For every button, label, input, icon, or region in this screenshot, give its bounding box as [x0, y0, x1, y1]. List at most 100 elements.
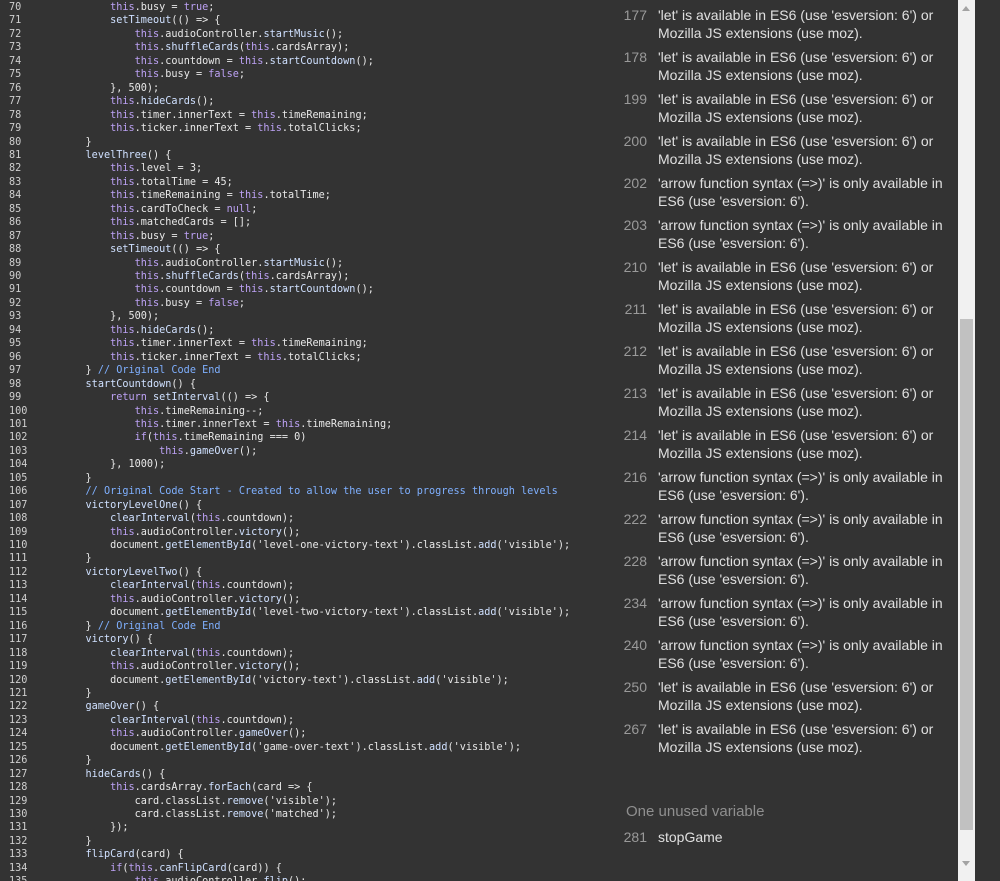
- code-line: 84 this.timeRemaining = this.totalTime;: [0, 189, 331, 203]
- code-token: ).classList.: [343, 674, 417, 686]
- code-text: document.getElementById('game-over-text'…: [61, 742, 521, 753]
- code-token: this: [134, 257, 160, 269]
- warning-item[interactable]: 228 'arrow function syntax (=>)' is only …: [600, 548, 958, 588]
- line-number: 76: [9, 82, 22, 94]
- code-text: startCountdown() {: [61, 379, 196, 390]
- warning-item[interactable]: 240 'arrow function syntax (=>)' is only …: [600, 632, 958, 672]
- warning-item[interactable]: 210 'let' is available in ES6 (use 'esver…: [600, 254, 958, 294]
- code-token: );: [557, 607, 571, 619]
- code-token: .matchedCards = [];: [134, 217, 252, 229]
- line-number: 112: [9, 566, 28, 578]
- scrollbar[interactable]: [958, 0, 975, 881]
- warning-line-number: 199: [623, 91, 647, 107]
- line-number: 120: [9, 674, 28, 686]
- scroll-down-arrow-icon[interactable]: [958, 855, 975, 872]
- code-line: 107 victoryLevelOne() {: [0, 499, 202, 513]
- code-token: this: [238, 284, 264, 296]
- warning-item[interactable]: 214 'let' is available in ES6 (use 'esver…: [600, 422, 958, 462]
- warning-line-number: 240: [623, 637, 647, 653]
- code-token: .countdown =: [159, 55, 239, 67]
- code-line: 108 clearInterval(this.countdown);: [0, 512, 294, 526]
- code-token: victory: [85, 634, 129, 646]
- code-text: }, 500);: [61, 311, 159, 322]
- code-line: 122 gameOver() {: [0, 700, 159, 714]
- warning-item[interactable]: 212 'let' is available in ES6 (use 'esver…: [600, 338, 958, 378]
- line-number: 109: [9, 526, 28, 538]
- code-token: () {: [177, 566, 203, 578]
- code-token: this: [135, 876, 160, 881]
- code-token: clearInterval: [110, 647, 190, 659]
- code-text: this.shuffleCards(this.cardsArray);: [61, 42, 350, 53]
- warning-message: 'let' is available in ES6 (use 'esversio…: [658, 721, 934, 755]
- code-text: clearInterval(this.countdown);: [61, 715, 294, 726]
- warning-line-number: 212: [623, 343, 647, 359]
- code-token: clearInterval: [110, 513, 190, 525]
- warning-item[interactable]: 178 'let' is available in ES6 (use 'esver…: [600, 44, 958, 84]
- code-token: .totalTime;: [263, 190, 331, 202]
- scroll-up-arrow-icon[interactable]: [958, 0, 975, 17]
- warning-item[interactable]: 211 'let' is available in ES6 (use 'esver…: [600, 296, 958, 336]
- code-line: 112 victoryLevelTwo() {: [0, 566, 202, 580]
- code-token: shuffleCards: [165, 271, 239, 282]
- warning-item[interactable]: 234 'arrow function syntax (=>)' is only …: [600, 590, 958, 630]
- warning-item[interactable]: 216 'arrow function syntax (=>)' is only …: [600, 464, 958, 504]
- warning-item[interactable]: 200 'let' is available in ES6 (use 'esver…: [600, 128, 958, 168]
- line-number: 98: [9, 378, 22, 390]
- code-token: ;: [195, 163, 203, 175]
- line-number: 100: [9, 405, 28, 417]
- code-text: this.busy = true;: [61, 2, 214, 13]
- code-token: null: [226, 203, 252, 215]
- line-number: 106: [9, 486, 28, 498]
- code-token: if: [134, 432, 147, 444]
- code-token: ).classList.: [404, 607, 479, 619]
- warning-item[interactable]: 199 'let' is available in ES6 (use 'esver…: [600, 86, 958, 126]
- code-token: gameOver: [85, 701, 135, 713]
- code-token: clearInterval: [110, 714, 190, 726]
- warning-line-number: 267: [623, 721, 647, 737]
- code-token: ;: [251, 203, 258, 215]
- code-line: 115 document.getElementById('level-two-v…: [0, 606, 570, 620]
- line-number: 110: [9, 540, 28, 551]
- warning-line-number: 228: [623, 553, 647, 569]
- code-token: 'visible': [453, 741, 509, 753]
- code-line: 135 this.audioController.flip();: [0, 875, 306, 881]
- line-number: 71: [9, 15, 22, 27]
- warning-item[interactable]: 177 'let' is available in ES6 (use 'esver…: [600, 2, 958, 42]
- code-token: .cardToCheck =: [134, 203, 227, 215]
- code-token: .timer.innerText =: [134, 338, 252, 350]
- line-number: 89: [9, 257, 22, 269]
- warning-item[interactable]: 267 'let' is available in ES6 (use 'esver…: [600, 716, 958, 756]
- code-text: this.totalTime = 45;: [61, 177, 233, 188]
- code-token: this: [110, 203, 135, 215]
- code-token: .timeRemaining =: [134, 190, 239, 202]
- warning-item[interactable]: 213 'let' is available in ES6 (use 'esver…: [600, 380, 958, 420]
- warning-item[interactable]: 203 'arrow function syntax (=>)' is only …: [600, 212, 958, 252]
- scrollbar-thumb[interactable]: [960, 318, 973, 830]
- line-number: 88: [9, 244, 22, 256]
- warning-item[interactable]: 222 'arrow function syntax (=>)' is only …: [600, 506, 958, 546]
- warning-item[interactable]: 250 'let' is available in ES6 (use 'esver…: [600, 674, 958, 714]
- warning-item[interactable]: 202 'arrow function syntax (=>)' is only …: [600, 170, 958, 210]
- code-token: ): [300, 432, 307, 444]
- code-token: },: [61, 311, 129, 323]
- code-text: this.ticker.innerText = this.totalClicks…: [61, 123, 362, 134]
- warning-message: 'let' is available in ES6 (use 'esversio…: [658, 427, 934, 461]
- warning-line-number: 203: [623, 217, 647, 233]
- code-token: .busy =: [134, 230, 184, 242]
- code-token: .timeRemaining;: [275, 109, 368, 121]
- code-line: 131 });: [0, 821, 128, 835]
- code-token: this: [110, 782, 135, 794]
- code-token: // Original Code End: [97, 365, 221, 377]
- code-token: ();: [324, 257, 344, 269]
- code-editor[interactable]: 70 this.busy = true; 71 setTimeout(() => …: [0, 0, 600, 881]
- code-text: clearInterval(this.countdown);: [61, 580, 294, 591]
- code-text: clearInterval(this.countdown);: [61, 513, 294, 524]
- line-number: 91: [9, 284, 22, 296]
- code-text: this.timeRemaining = this.totalTime;: [61, 190, 331, 201]
- code-token: ();: [324, 28, 344, 40]
